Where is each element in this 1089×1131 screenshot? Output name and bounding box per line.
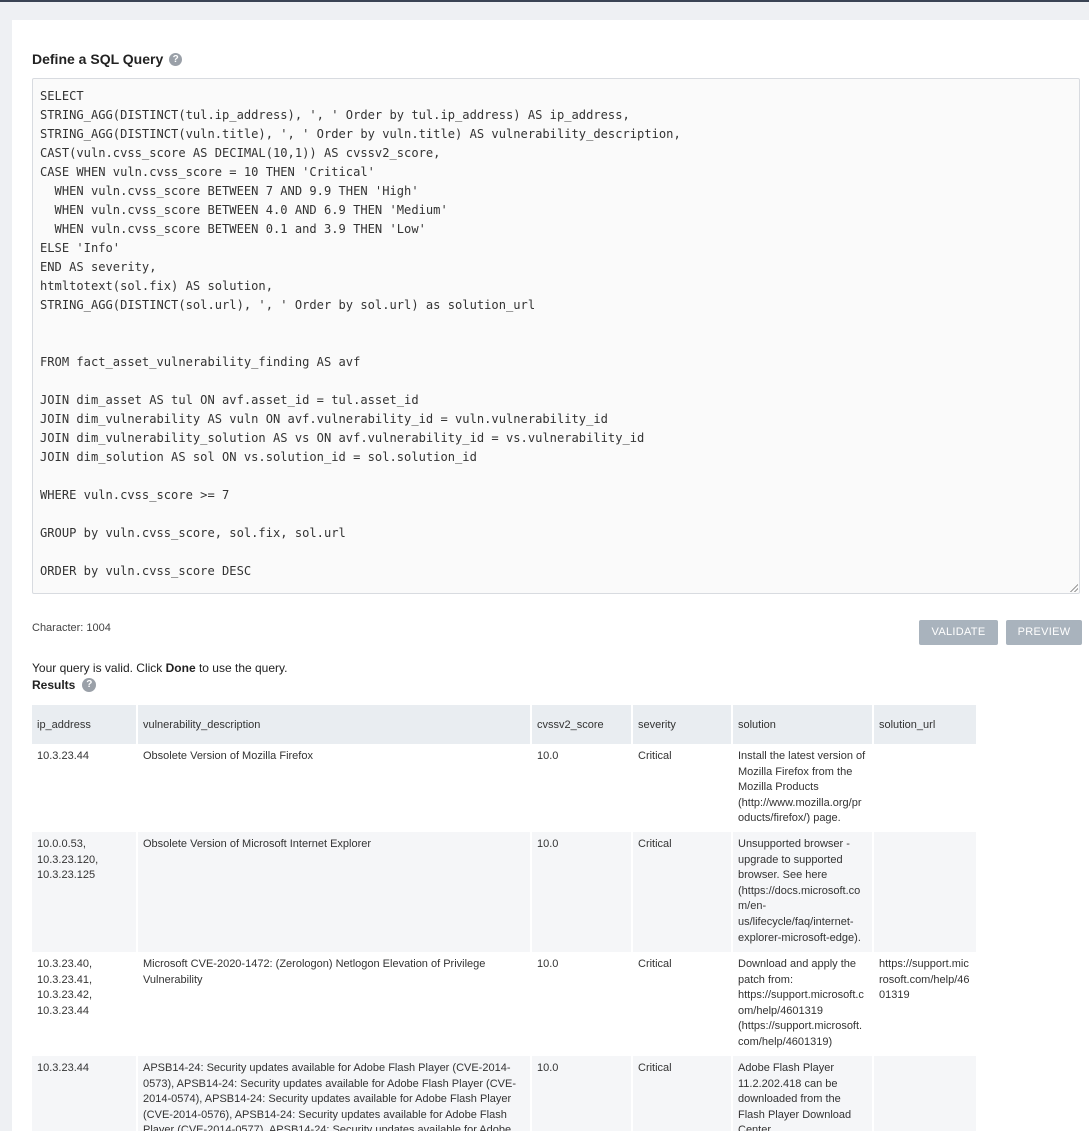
validation-message-prefix: Your query is valid. Click: [32, 661, 166, 675]
resize-handle-icon[interactable]: [1070, 584, 1078, 592]
cell-severity: Critical: [633, 744, 733, 832]
cell-vulnerability-description: Microsoft CVE-2020-1472: (Zerologon) Net…: [138, 952, 532, 1056]
table-row: 10.0.0.53, 10.3.23.120, 10.3.23.125 Obso…: [32, 832, 978, 952]
validation-message-suffix: to use the query.: [195, 661, 288, 675]
cell-ip-address: 10.3.23.44: [32, 744, 138, 832]
cell-ip-address: 10.0.0.53, 10.3.23.120, 10.3.23.125: [32, 832, 138, 952]
column-header-solution[interactable]: solution: [733, 705, 874, 744]
cell-cvssv2-score: 10.0: [532, 1056, 633, 1131]
results-table: ip_address vulnerability_description cvs…: [32, 705, 978, 1131]
column-header-solution-url[interactable]: solution_url: [874, 705, 978, 744]
cell-severity: Critical: [633, 952, 733, 1056]
validation-message: Your query is valid. Click Done to use t…: [32, 661, 287, 675]
character-count: Character: 1004: [32, 622, 111, 634]
query-panel: Define a SQL Query ? SELECT STRING_AGG(D…: [12, 20, 1089, 1131]
cell-vulnerability-description: APSB14-24: Security updates available fo…: [138, 1056, 532, 1131]
cell-solution: Download and apply the patch from: https…: [733, 952, 874, 1056]
section-title: Define a SQL Query ?: [32, 51, 183, 67]
cell-vulnerability-description: Obsolete Version of Mozilla Firefox: [138, 744, 532, 832]
help-icon[interactable]: ?: [82, 678, 97, 692]
validation-message-done: Done: [165, 661, 196, 675]
cell-severity: Critical: [633, 1056, 733, 1131]
validate-button[interactable]: VALIDATE: [919, 620, 998, 645]
column-header-cvssv2-score[interactable]: cvssv2_score: [532, 705, 633, 744]
column-header-ip-address[interactable]: ip_address: [32, 705, 138, 744]
cell-solution: Unsupported browser - upgrade to support…: [733, 832, 874, 952]
cell-solution-url[interactable]: https://support.microsoft.com/help/46013…: [874, 952, 978, 1056]
cell-severity: Critical: [633, 832, 733, 952]
table-row: 10.3.23.40, 10.3.23.41, 10.3.23.42, 10.3…: [32, 952, 978, 1056]
cell-solution-url: [874, 744, 978, 832]
cell-solution: Adobe Flash Player 11.2.202.418 can be d…: [733, 1056, 874, 1131]
preview-button[interactable]: PREVIEW: [1006, 620, 1082, 645]
cell-solution-url: [874, 832, 978, 952]
cell-solution-url: [874, 1056, 978, 1131]
results-title: Results ?: [32, 678, 97, 692]
section-title-text: Define a SQL Query: [32, 51, 164, 67]
table-header-row: ip_address vulnerability_description cvs…: [32, 705, 978, 744]
cell-cvssv2-score: 10.0: [532, 832, 633, 952]
table-row: 10.3.23.44 Obsolete Version of Mozilla F…: [32, 744, 978, 832]
results-title-text: Results: [32, 678, 76, 692]
table-row: 10.3.23.44 APSB14-24: Security updates a…: [32, 1056, 978, 1131]
cell-solution: Install the latest version of Mozilla Fi…: [733, 744, 874, 832]
cell-cvssv2-score: 10.0: [532, 952, 633, 1056]
sql-query-editor[interactable]: SELECT STRING_AGG(DISTINCT(tul.ip_addres…: [32, 78, 1080, 594]
column-header-severity[interactable]: severity: [633, 705, 733, 744]
cell-vulnerability-description: Obsolete Version of Microsoft Internet E…: [138, 832, 532, 952]
cell-ip-address: 10.3.23.44: [32, 1056, 138, 1131]
cell-ip-address: 10.3.23.40, 10.3.23.41, 10.3.23.42, 10.3…: [32, 952, 138, 1056]
column-header-vulnerability-description[interactable]: vulnerability_description: [138, 705, 532, 744]
help-icon[interactable]: ?: [169, 52, 183, 66]
cell-cvssv2-score: 10.0: [532, 744, 633, 832]
